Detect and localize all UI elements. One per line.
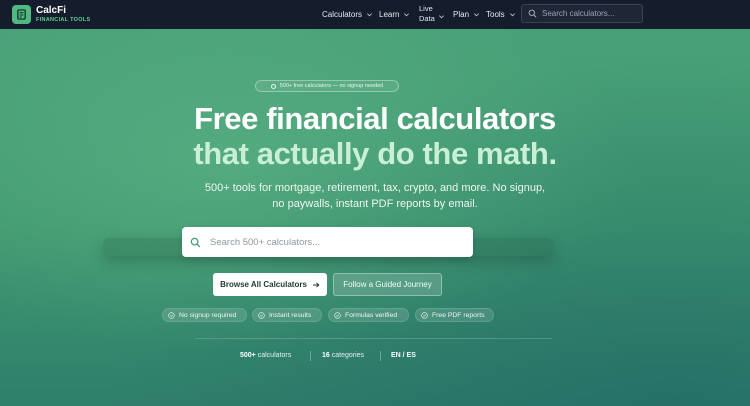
- hero-subtitle-line2: no paywalls, instant PDF reports by emai…: [272, 198, 478, 210]
- chevron-down-icon: [404, 13, 410, 17]
- feature-free-pdf: Free PDF reports: [415, 308, 494, 322]
- nav-search-box[interactable]: [521, 4, 643, 23]
- stat-calculators-label: calculators: [257, 352, 292, 359]
- search-icon: [528, 9, 537, 18]
- hero-title-line2: that actually do the math.: [193, 136, 557, 171]
- nav-calculators[interactable]: Calculators: [322, 0, 373, 29]
- brand-tagline: FINANCIAL TOOLS: [36, 17, 91, 23]
- check-circle-icon: [421, 311, 428, 319]
- hero-subtitle: 500+ tools for mortgage, retirement, tax…: [150, 180, 600, 212]
- stat-separator: [380, 351, 381, 361]
- feature-no-signup-label: No signup required: [179, 311, 237, 319]
- feature-no-signup: No signup required: [162, 308, 247, 322]
- chevron-down-icon: [439, 15, 444, 19]
- nav-calculators-label: Calculators: [322, 10, 363, 19]
- nav-learn-label: Learn: [379, 10, 400, 19]
- hero-title-line1: Free financial calculators: [194, 101, 556, 136]
- feature-free-pdf-label: Free PDF reports: [432, 311, 485, 319]
- guided-journey-label: Follow a Guided Journey: [343, 280, 432, 289]
- check-circle-icon: [334, 311, 341, 319]
- language-switch[interactable]: EN / ES: [391, 352, 416, 359]
- stat-categories-label: categories: [331, 352, 365, 359]
- check-circle-icon: [168, 311, 175, 319]
- browse-all-calculators-button[interactable]: Browse All Calculators: [213, 273, 327, 296]
- browse-all-label: Browse All Calculators: [220, 280, 307, 289]
- top-nav: CalcFi FINANCIAL TOOLS Calculators Learn…: [0, 0, 750, 29]
- hero-subtitle-line1: 500+ tools for mortgage, retirement, tax…: [204, 182, 546, 194]
- brand-name[interactable]: CalcFi: [36, 6, 66, 16]
- nav-tools[interactable]: Tools: [486, 0, 516, 29]
- check-circle-icon: [270, 83, 276, 89]
- stat-separator: [310, 351, 311, 361]
- hero-search-box[interactable]: [182, 227, 473, 257]
- stat-languages: EN / ES: [391, 352, 416, 359]
- stats-divider: [195, 338, 552, 339]
- stat-calculators-value: 500+: [240, 352, 256, 359]
- announcement-text: 500+ free calculators — no signup needed: [279, 83, 384, 89]
- nav-learn[interactable]: Learn: [379, 0, 410, 29]
- feature-instant-results-label: Instant results: [269, 311, 312, 319]
- stat-categories: 16 categories: [322, 352, 364, 359]
- stat-calculators: 500+ calculators: [240, 352, 291, 359]
- nav-live-data[interactable]: Live Data: [419, 4, 444, 24]
- chevron-down-icon: [509, 13, 515, 17]
- guided-journey-button[interactable]: Follow a Guided Journey: [333, 273, 442, 296]
- feature-formulas-verified: Formulas verified: [328, 308, 409, 322]
- announcement-pill: 500+ free calculators — no signup needed: [255, 80, 399, 92]
- nav-search-input[interactable]: [542, 9, 642, 18]
- stat-categories-value: 16: [322, 352, 330, 359]
- hero-search-input[interactable]: [210, 236, 450, 248]
- feature-formulas-verified-label: Formulas verified: [345, 311, 398, 319]
- nav-plan[interactable]: Plan: [453, 0, 480, 29]
- chevron-down-icon: [367, 13, 373, 17]
- arrow-right-icon: [312, 282, 320, 287]
- feature-instant-results: Instant results: [252, 308, 322, 322]
- search-icon: [190, 237, 201, 247]
- calculator-logo-icon[interactable]: [12, 5, 31, 24]
- nav-plan-label: Plan: [453, 10, 470, 19]
- nav-tools-label: Tools: [486, 10, 505, 19]
- chevron-down-icon: [474, 13, 480, 17]
- check-circle-icon: [258, 311, 265, 319]
